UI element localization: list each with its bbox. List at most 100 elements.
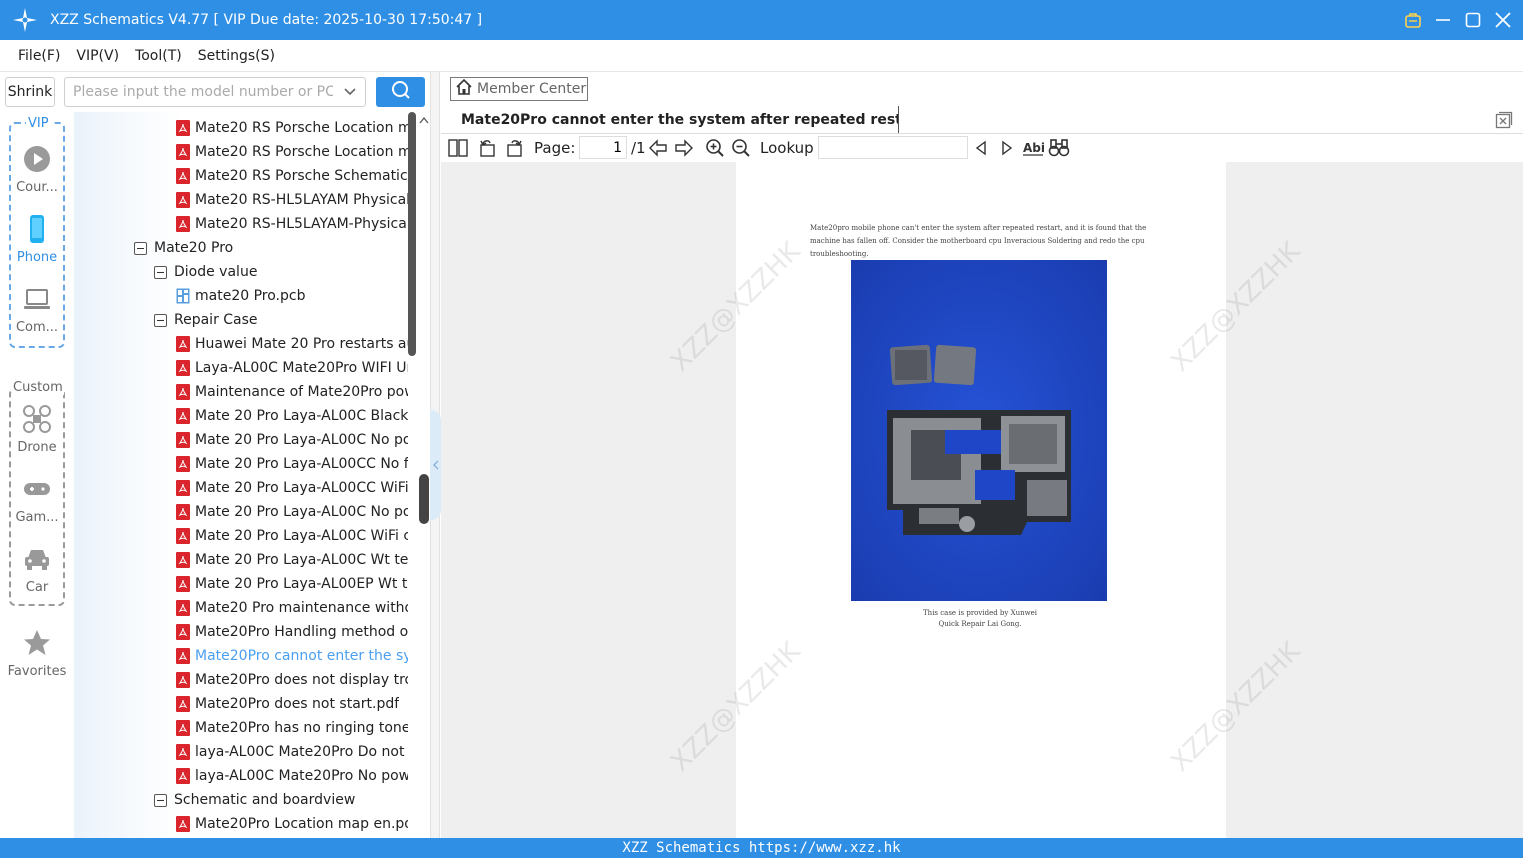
tree-file[interactable]: Mate 20 Pro Laya-AL00C Wt test	[176, 548, 408, 572]
binoculars-icon[interactable]	[1048, 137, 1070, 159]
two-page-view-icon[interactable]	[447, 137, 469, 159]
collapse-panel-handle[interactable]	[430, 410, 441, 520]
rotate-left-icon[interactable]	[477, 137, 499, 159]
tree-file[interactable]: Mate20 Pro maintenance without	[176, 596, 408, 620]
tree-file[interactable]: Mate 20 Pro Laya-AL00CC WiFi	[176, 476, 408, 500]
play-circle-icon	[22, 144, 52, 178]
splitter-scroll-thumb[interactable]	[419, 474, 429, 524]
tree-file[interactable]: Mate20 RS Porsche Location map	[176, 140, 408, 164]
maximize-button[interactable]	[1463, 10, 1483, 30]
sidebar-item-favorites[interactable]: Favorites	[0, 628, 74, 679]
sidebar-item-label: Drone	[17, 440, 57, 455]
menu-file[interactable]: File(F)	[10, 48, 68, 64]
status-bar: XZZ Schematics https://www.xzz.hk	[0, 838, 1523, 858]
tree-file[interactable]: Huawei Mate 20 Pro restarts automaticall…	[176, 332, 408, 356]
tree-file[interactable]: Mate20Pro has no ringing tone	[176, 716, 408, 740]
tree-file[interactable]: Mate20 RS-HL5LAYAM-Physical	[176, 212, 408, 236]
sidebar-item-games[interactable]: Gam...	[0, 474, 74, 525]
scroll-up-arrow-icon[interactable]	[418, 113, 430, 127]
pdf-file-icon	[176, 624, 190, 640]
vip-bag-icon[interactable]	[1403, 10, 1423, 30]
menu-settings[interactable]: Settings(S)	[190, 48, 283, 64]
sidebar-item-computer[interactable]: Com...	[0, 284, 74, 335]
tree-file[interactable]: Mate 20 Pro Laya-AL00C Black screen	[176, 404, 408, 428]
tree-file[interactable]: Mate 20 Pro Laya-AL00CC No fingerprint	[176, 452, 408, 476]
pdf-viewer[interactable]: Mate20pro mobile phone can't enter the s…	[441, 162, 1523, 838]
sidebar-item-phone[interactable]: Phone	[0, 214, 74, 265]
tree-folder[interactable]: Schematic and boardview	[154, 788, 408, 812]
tree-file[interactable]: Mate 20 Pro Laya-AL00C WiFi cannot	[176, 524, 408, 548]
tree-item-label: Schematic and boardview	[174, 792, 356, 808]
menu-vip[interactable]: VIP(V)	[68, 48, 127, 64]
pdf-file-icon	[176, 648, 190, 664]
close-window-button[interactable]	[1493, 10, 1513, 30]
tree-file[interactable]: Maintenance of Mate20Pro power	[176, 380, 408, 404]
tree-folder[interactable]: Repair Case	[154, 308, 408, 332]
close-document-icon[interactable]	[1495, 111, 1513, 129]
search-button[interactable]	[376, 77, 425, 107]
pdf-file-icon	[176, 720, 190, 736]
menu-bar: File(F) VIP(V) Tool(T) Settings(S)	[0, 40, 1523, 72]
collapse-toggle-icon[interactable]	[154, 313, 167, 327]
zoom-in-icon[interactable]	[704, 137, 726, 159]
previous-page-arrow-icon[interactable]	[647, 137, 669, 159]
match-case-icon[interactable]: Abi	[1022, 137, 1044, 159]
sidebar-item-drone[interactable]: Drone	[0, 404, 74, 455]
zoom-out-icon[interactable]	[730, 137, 752, 159]
search-icon	[391, 80, 411, 104]
tab-current-document[interactable]: Mate20Pro cannot enter the system after …	[449, 106, 899, 133]
tree-scrollbar-thumb[interactable]	[408, 112, 416, 356]
tree-folder[interactable]: Mate20 Pro	[134, 236, 408, 260]
tree-file[interactable]: mate20 Pro.pcb	[176, 284, 408, 308]
next-page-arrow-icon[interactable]	[673, 137, 695, 159]
sidebar-item-label: Phone	[16, 250, 58, 265]
find-previous-icon[interactable]	[970, 137, 992, 159]
collapse-toggle-icon[interactable]	[154, 793, 167, 807]
tree-item-label: mate20 Pro.pcb	[195, 288, 306, 304]
sidebar-item-car[interactable]: Car	[0, 544, 74, 595]
search-input[interactable]	[73, 84, 333, 100]
find-next-icon[interactable]	[996, 137, 1018, 159]
tree-item-label: laya-AL00C Mate20Pro Do not start	[195, 744, 408, 760]
tree-file[interactable]: Mate20Pro Location map en.pdf	[176, 812, 408, 836]
tree-item-label: Mate20 Pro maintenance without	[195, 600, 408, 616]
tree-item-label: Mate20Pro has no ringing tone	[195, 720, 408, 736]
pdf-file-icon	[176, 480, 190, 496]
tree-file[interactable]: Mate20 RS-HL5LAYAM Physical	[176, 188, 408, 212]
svg-text:Abi: Abi	[1023, 141, 1044, 155]
tree-file[interactable]: Mate20Pro Handling method of	[176, 620, 408, 644]
tree-file[interactable]: Mate20 RS Porsche Schematic diagram	[176, 164, 408, 188]
tree-file[interactable]: laya-AL00C Mate20Pro Do not start	[176, 740, 408, 764]
home-icon	[455, 78, 473, 100]
tree-item-label: Mate20 RS-HL5LAYAM Physical	[195, 192, 408, 208]
pdf-file-icon	[176, 528, 190, 544]
menu-tool[interactable]: Tool(T)	[127, 48, 190, 64]
tree-file[interactable]: Mate20Pro does not display trouble	[176, 668, 408, 692]
sidebar-item-courses[interactable]: Cour...	[0, 144, 74, 195]
tree-item-label: Mate 20 Pro Laya-AL00EP Wt test	[195, 576, 408, 592]
collapse-toggle-icon[interactable]	[134, 241, 147, 255]
tree-file[interactable]: laya-AL00C Mate20Pro No power	[176, 764, 408, 788]
page-number-input[interactable]	[579, 136, 627, 159]
tree-file[interactable]: Mate 20 Pro Laya-AL00C No power	[176, 428, 408, 452]
search-field[interactable]	[64, 77, 366, 107]
rotate-right-icon[interactable]	[503, 137, 525, 159]
tree-file[interactable]: Laya-AL00C Mate20Pro WIFI Unable	[176, 356, 408, 380]
shrink-button[interactable]: Shrink	[5, 77, 55, 107]
tree-file[interactable]: Mate 20 Pro Laya-AL00C No power	[176, 500, 408, 524]
pdf-file-icon	[176, 144, 190, 160]
member-center-button[interactable]: Member Center	[450, 77, 588, 101]
page-paragraph: Mate20pro mobile phone can't enter the s…	[810, 224, 1147, 258]
tree-file[interactable]: Mate20Pro does not start.pdf	[176, 692, 408, 716]
chevron-down-icon[interactable]	[343, 85, 357, 103]
lookup-input[interactable]	[818, 136, 968, 159]
collapse-toggle-icon[interactable]	[154, 265, 167, 279]
tree-file[interactable]: Mate20Pro cannot enter the system	[176, 644, 408, 668]
tree-folder[interactable]: Diode value	[154, 260, 408, 284]
title-bar: XZZ Schematics V4.77 [ VIP Due date: 202…	[0, 0, 1523, 40]
doc-toolbar: Page: /1 Lookup Abi	[441, 134, 1523, 162]
tree-file[interactable]: Mate20 RS Porsche Location map	[176, 116, 408, 140]
model-tree: Mate20 RS Porsche Location map Mate20 RS …	[74, 112, 430, 838]
tree-file[interactable]: Mate 20 Pro Laya-AL00EP Wt test	[176, 572, 408, 596]
minimize-button[interactable]	[1433, 10, 1453, 30]
